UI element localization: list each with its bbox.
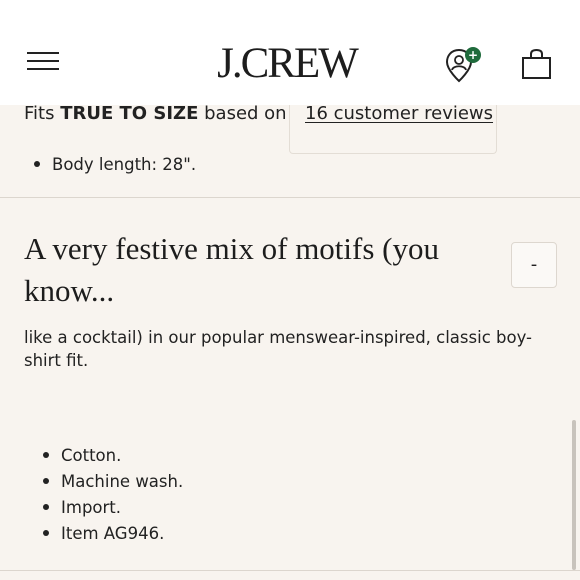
bullet-icon (34, 160, 40, 167)
bullet-icon (43, 529, 49, 536)
detail-text: Machine wash. (61, 472, 184, 491)
list-item: Item AG946. (43, 521, 183, 547)
bullet-icon (43, 503, 49, 510)
fit-emphasis: TRUE TO SIZE (60, 103, 199, 124)
menu-line (27, 52, 59, 54)
fit-prefix: Fits (24, 103, 61, 124)
store-locator-icon[interactable]: + (444, 45, 482, 85)
shopping-bag-icon[interactable] (520, 48, 554, 80)
site-header: J.CREW + (0, 0, 580, 105)
product-details-list: Cotton. Machine wash. Import. Item AG946… (43, 443, 183, 547)
list-item: Cotton. (43, 443, 183, 469)
section-divider (0, 197, 580, 198)
fit-suffix: based on (198, 103, 287, 124)
detail-text: Item AG946. (61, 524, 165, 543)
list-item: Machine wash. (43, 469, 183, 495)
product-description: like a cocktail) in our popular menswear… (24, 328, 533, 370)
list-item: Import. (43, 495, 183, 521)
bullet-icon (43, 451, 49, 458)
page-scrollbar[interactable] (572, 420, 576, 570)
section-divider (0, 570, 580, 571)
detail-text: Cotton. (61, 446, 122, 465)
jcrew-logo[interactable]: J.CREW (202, 40, 372, 88)
hamburger-menu-button[interactable] (27, 50, 59, 74)
detail-text: Import. (61, 498, 122, 517)
menu-line (27, 60, 59, 62)
collapse-toggle-button[interactable]: - (511, 242, 557, 288)
body-length-item: Body length: 28". (34, 154, 196, 176)
store-badge-plus: + (468, 48, 478, 62)
bullet-icon (43, 477, 49, 484)
menu-line (27, 68, 59, 70)
body-length-text: Body length: 28". (52, 155, 197, 174)
product-headline: A very festive mix of motifs (you know..… (24, 231, 439, 308)
